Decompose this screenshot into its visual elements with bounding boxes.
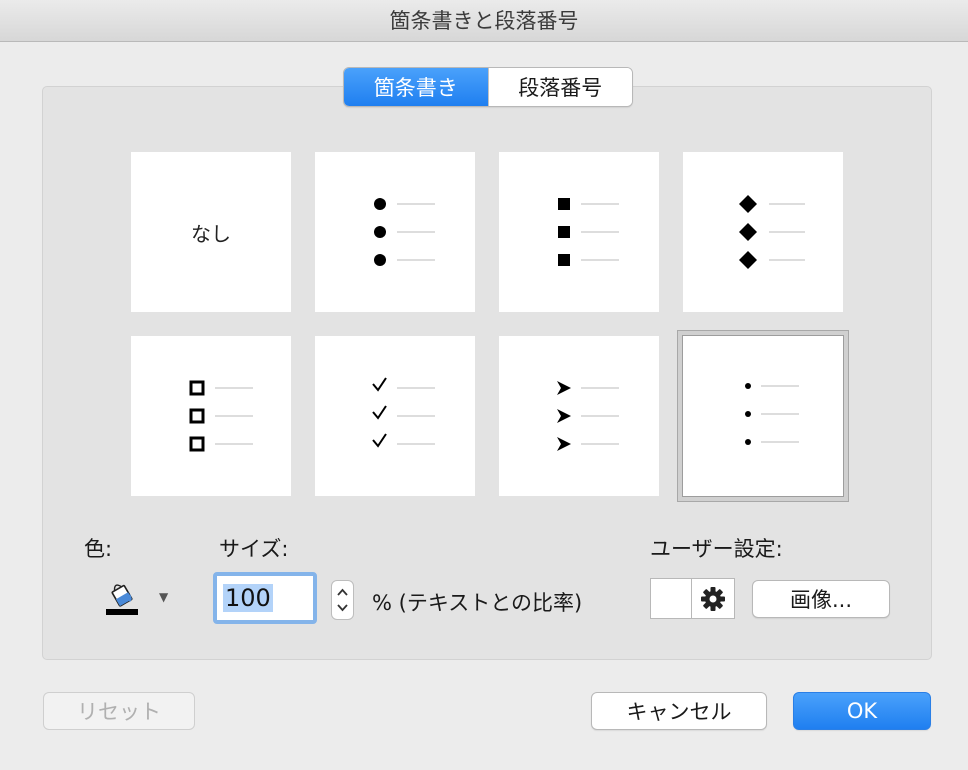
filled-circle-bullet-icon (374, 198, 435, 266)
tab-numbering[interactable]: 段落番号 (487, 68, 632, 106)
size-input-value: 100 (223, 584, 273, 612)
bullet-style-filled-circle[interactable] (315, 152, 475, 312)
hollow-square-bullet-icon (189, 380, 253, 452)
bullet-style-checkmark[interactable] (315, 336, 475, 496)
tab-bullets[interactable]: 箇条書き (344, 68, 488, 106)
cancel-button[interactable]: キャンセル (591, 692, 767, 730)
custom-bullet-preview[interactable] (650, 578, 692, 619)
small-dot-bullet-icon (745, 383, 799, 445)
paint-bucket-icon (106, 584, 138, 615)
bullet-style-small-dot[interactable] (682, 335, 844, 497)
arrowhead-bullet-icon (557, 381, 619, 451)
bullet-style-none[interactable]: なし (131, 152, 291, 312)
size-input[interactable]: 100 (213, 572, 317, 624)
bullet-style-hollow-square[interactable] (131, 336, 291, 496)
color-label: 色: (84, 537, 113, 561)
color-dropdown-arrow-icon[interactable]: ▼ (159, 590, 168, 604)
reset-button[interactable]: リセット (43, 692, 195, 730)
bullet-style-filled-square[interactable] (499, 152, 659, 312)
bullet-style-none-label: なし (191, 221, 231, 246)
stepper-arrows-icon (337, 588, 348, 612)
size-unit-label: % (テキストとの比率) (372, 591, 583, 615)
window-title: 箇条書きと段落番号 (389, 9, 579, 33)
custom-label: ユーザー設定: (650, 537, 783, 561)
window-titlebar: 箇条書きと段落番号 (0, 0, 968, 42)
bullet-style-arrowhead[interactable] (499, 336, 659, 496)
ok-button[interactable]: OK (793, 692, 931, 730)
filled-diamond-bullet-icon (739, 195, 805, 269)
gear-icon (701, 586, 725, 611)
color-picker[interactable] (100, 580, 142, 618)
image-button[interactable]: 画像... (752, 580, 890, 618)
size-label: サイズ: (219, 537, 289, 561)
custom-bullet-settings-button[interactable] (691, 578, 735, 619)
size-stepper[interactable] (331, 580, 354, 620)
bullet-style-filled-diamond[interactable] (683, 152, 843, 312)
tab-control: 箇条書き 段落番号 (343, 67, 633, 107)
filled-square-bullet-icon (558, 198, 619, 266)
checkmark-bullet-icon (372, 377, 435, 448)
